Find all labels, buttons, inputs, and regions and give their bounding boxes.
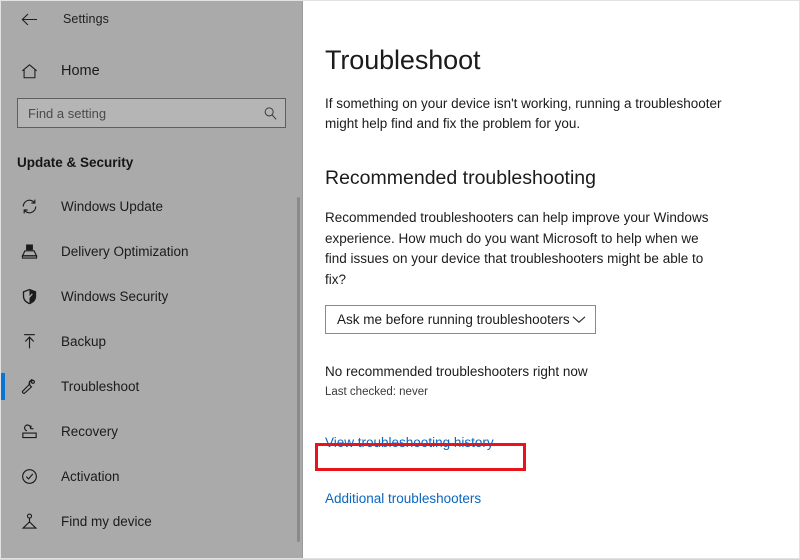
page-title: Troubleshoot	[325, 45, 481, 75]
sidebar-scrollbar-thumb[interactable]	[297, 197, 300, 542]
settings-window: Settings Home Update & Security	[0, 0, 800, 559]
sidebar-item-home[interactable]: Home	[1, 51, 302, 91]
recommended-status-text: No recommended troubleshooters right now	[325, 364, 588, 379]
sidebar-item-label: Windows Update	[61, 199, 164, 214]
view-troubleshooting-history-link[interactable]: View troubleshooting history	[325, 435, 494, 450]
app-title: Settings	[63, 12, 109, 26]
last-checked-text: Last checked: never	[325, 386, 428, 398]
delivery-icon	[17, 240, 41, 264]
wrench-icon	[17, 375, 41, 399]
sidebar-item-label: Windows Security	[61, 289, 169, 304]
sidebar-scrollbar[interactable]	[297, 1, 300, 558]
check-circle-icon	[17, 465, 41, 489]
sidebar-item-windows-update[interactable]: Windows Update	[1, 184, 302, 229]
search-icon[interactable]	[263, 106, 278, 121]
refresh-icon	[17, 195, 41, 219]
search-input[interactable]	[28, 105, 263, 121]
dropdown-value: Ask me before running troubleshooters	[337, 312, 570, 327]
search-box[interactable]	[17, 98, 286, 128]
section-heading: Recommended troubleshooting	[325, 167, 597, 189]
sidebar-item-label: Troubleshoot	[61, 379, 140, 394]
back-arrow-icon[interactable]	[14, 6, 44, 32]
sidebar-nav: Windows Update Delivery Optimization Win…	[1, 184, 302, 544]
title-bar: Settings	[1, 1, 302, 37]
recommended-troubleshooting-dropdown[interactable]: Ask me before running troubleshooters	[325, 305, 596, 334]
recovery-icon	[17, 420, 41, 444]
find-device-icon	[17, 510, 41, 534]
sidebar-item-activation[interactable]: Activation	[1, 454, 302, 499]
sidebar-item-troubleshoot[interactable]: Troubleshoot	[1, 364, 302, 409]
sidebar-item-windows-security[interactable]: Windows Security	[1, 274, 302, 319]
sidebar-section-title: Update & Security	[17, 155, 134, 170]
shield-icon	[17, 285, 41, 309]
selection-accent	[1, 373, 5, 400]
upload-arrow-icon	[17, 330, 41, 354]
chevron-down-icon[interactable]	[572, 315, 586, 324]
main-content: Troubleshoot If something on your device…	[303, 1, 799, 558]
sidebar-item-label: Delivery Optimization	[61, 244, 189, 259]
home-icon	[17, 59, 41, 83]
sidebar-item-delivery-optimization[interactable]: Delivery Optimization	[1, 229, 302, 274]
sidebar-item-find-my-device[interactable]: Find my device	[1, 499, 302, 544]
section-body-text: Recommended troubleshooters can help imp…	[325, 210, 709, 287]
intro-text: If something on your device isn't workin…	[325, 96, 722, 131]
sidebar-item-label: Activation	[61, 469, 120, 484]
sidebar: Settings Home Update & Security	[1, 1, 303, 558]
sidebar-item-label: Backup	[61, 334, 107, 349]
sidebar-item-recovery[interactable]: Recovery	[1, 409, 302, 454]
additional-troubleshooters-link[interactable]: Additional troubleshooters	[325, 491, 481, 506]
sidebar-item-label: Find my device	[61, 514, 152, 529]
sidebar-item-backup[interactable]: Backup	[1, 319, 302, 364]
sidebar-item-label: Recovery	[61, 424, 119, 439]
home-label: Home	[61, 63, 100, 79]
